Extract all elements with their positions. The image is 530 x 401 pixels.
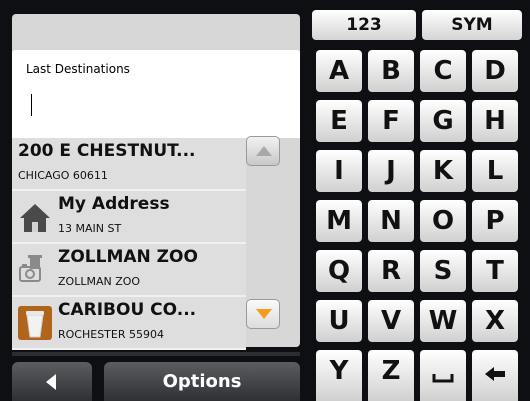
list-item[interactable]: CARIBOU CO... ROCHESTER 55904 — [12, 297, 246, 350]
key-i[interactable]: I — [316, 150, 362, 192]
key-d[interactable]: D — [472, 50, 518, 92]
list-item[interactable]: 200 E CHESTNUT... CHICAGO 60611 — [12, 138, 246, 191]
key-l[interactable]: L — [472, 150, 518, 192]
list-item[interactable]: My Address 13 MAIN ST — [12, 191, 246, 244]
key-y[interactable]: Y — [316, 350, 362, 401]
backspace-icon — [485, 367, 505, 381]
key-a[interactable]: A — [316, 50, 362, 92]
key-q[interactable]: Q — [316, 250, 362, 292]
destination-subtitle: 13 MAIN ST — [58, 222, 122, 235]
key-x[interactable]: X — [472, 300, 518, 342]
key-g[interactable]: G — [420, 100, 466, 142]
destination-title: ZOLLMAN ZOO — [58, 247, 198, 267]
space-key[interactable] — [420, 350, 466, 401]
back-button[interactable] — [12, 362, 92, 401]
numbers-mode-key[interactable]: 123 — [312, 10, 416, 40]
key-r[interactable]: R — [368, 250, 414, 292]
key-h[interactable]: H — [472, 100, 518, 142]
scroll-down-button[interactable] — [246, 299, 280, 329]
chevron-down-icon — [256, 309, 272, 319]
destination-title: My Address — [58, 194, 170, 214]
destination-subtitle: CHICAGO 60611 — [18, 169, 108, 182]
destinations-list: 200 E CHESTNUT... CHICAGO 60611 My Addre… — [12, 138, 246, 350]
options-button[interactable]: Options — [104, 362, 300, 401]
destination-title: 200 E CHESTNUT... — [18, 141, 196, 161]
key-p[interactable]: P — [472, 200, 518, 242]
key-f[interactable]: F — [368, 100, 414, 142]
key-k[interactable]: K — [420, 150, 466, 192]
key-b[interactable]: B — [368, 50, 414, 92]
destination-subtitle: ZOLLMAN ZOO — [58, 275, 141, 288]
key-z[interactable]: Z — [368, 350, 414, 401]
symbols-mode-key[interactable]: SYM — [422, 10, 522, 40]
coffee-cup-icon — [18, 306, 52, 340]
key-s[interactable]: S — [420, 250, 466, 292]
key-w[interactable]: W — [420, 300, 466, 342]
chevron-up-icon — [256, 146, 272, 156]
key-u[interactable]: U — [316, 300, 362, 342]
destination-subtitle: ROCHESTER 55904 — [58, 328, 164, 341]
key-o[interactable]: O — [420, 200, 466, 242]
divider — [12, 352, 300, 356]
backspace-key[interactable] — [472, 350, 518, 401]
space-icon — [432, 374, 454, 383]
search-label: Last Destinations — [26, 62, 130, 76]
text-cursor — [31, 94, 32, 116]
zoo-icon — [19, 255, 42, 282]
key-j[interactable]: J — [368, 150, 414, 192]
key-e[interactable]: E — [316, 100, 362, 142]
key-m[interactable]: M — [316, 200, 362, 242]
key-n[interactable]: N — [368, 200, 414, 242]
key-c[interactable]: C — [420, 50, 466, 92]
key-v[interactable]: V — [368, 300, 414, 342]
key-t[interactable]: T — [472, 250, 518, 292]
house-icon — [20, 204, 50, 232]
scroll-up-button[interactable] — [246, 136, 280, 166]
back-arrow-icon — [46, 374, 56, 390]
destinations-panel: Last Destinations 200 E CHESTNUT... CHIC… — [12, 14, 300, 350]
destination-title: CARIBOU CO... — [58, 300, 197, 320]
search-box[interactable]: Last Destinations — [12, 50, 300, 138]
list-item[interactable]: ZOLLMAN ZOO ZOLLMAN ZOO — [12, 244, 246, 297]
